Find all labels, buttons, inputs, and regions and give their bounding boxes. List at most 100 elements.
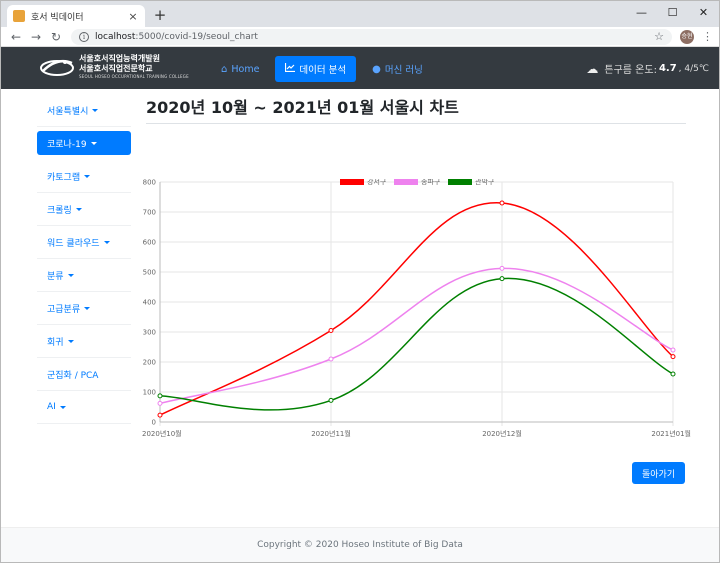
x-tick-label: 2020년12월	[482, 429, 522, 438]
reload-icon[interactable]: ↻	[47, 30, 65, 44]
nav-data-analysis[interactable]: 데이터 분석	[275, 56, 357, 82]
cloud-icon: ☁	[586, 61, 599, 76]
sidebar-item-advanced-classification[interactable]: 고급분류	[37, 292, 131, 325]
browser-tab[interactable]: 호서 빅데이터 ×	[7, 5, 145, 27]
sidebar-item-label: 카토그램	[47, 172, 81, 183]
url-path: :5000/covid-19/seoul_chart	[135, 31, 258, 42]
site-navbar: 서울호서직업능력개발원 서울호서직업전문학교 SEOUL HOSEO OCCUP…	[1, 47, 719, 89]
nav-home-label: Home	[231, 63, 260, 75]
profile-avatar[interactable]: 승현	[680, 29, 694, 44]
sidebar-item-seoul[interactable]: 서울특별시	[37, 94, 131, 127]
chart-svg: 0 100 200 300 400 500 600 700 800 2020년10월 2020년11…	[142, 177, 691, 438]
sidebar-item-ai[interactable]: AI	[37, 391, 131, 424]
y-tick-label: 300	[143, 329, 156, 337]
y-tick-label: 700	[143, 209, 156, 217]
nav-machine-learning[interactable]: ● 머신 러닝	[362, 56, 433, 82]
weather-range: , 4/5℃	[678, 63, 709, 74]
site-logo[interactable]: 서울호서직업능력개발원 서울호서직업전문학교 SEOUL HOSEO OCCUP…	[39, 53, 189, 81]
bookmark-star-icon[interactable]: ☆	[654, 30, 664, 43]
sidebar-item-label: 분류	[47, 271, 64, 282]
tab-close-icon[interactable]: ×	[127, 10, 139, 23]
sidebar-item-label: 회귀	[47, 337, 64, 348]
browser-toolbar: ← → ↻ i localhost:5000/covid-19/seoul_ch…	[1, 27, 719, 47]
data-point	[328, 397, 334, 403]
x-tick-label: 2020년11월	[311, 429, 351, 438]
y-tick-label: 100	[143, 389, 156, 397]
weather-widget: ☁ 튼구름 온도: 4.7 , 4/5℃	[586, 61, 709, 77]
caret-down-icon	[103, 240, 110, 244]
weather-label: 튼구름 온도:	[604, 65, 657, 76]
minimize-icon[interactable]: —	[626, 3, 657, 21]
data-point	[670, 354, 676, 360]
sidebar-item-covid[interactable]: 코로나-19	[37, 131, 131, 155]
data-point	[328, 356, 334, 362]
window-controls: — ☐ ✕	[626, 3, 719, 21]
nav-home[interactable]: ⌂ Home	[211, 58, 269, 81]
series-line-0	[159, 202, 674, 416]
y-tick-label: 800	[143, 179, 156, 187]
logo-line2: 서울호서직업전문학교	[79, 64, 153, 73]
sidebar-item-label: 워드 클라우드	[47, 238, 100, 249]
caret-down-icon	[67, 339, 74, 343]
browser-window: 호서 빅데이터 × + — ☐ ✕ ← → ↻ i localhost:5000…	[0, 0, 720, 563]
nav-machine-learning-label: 머신 러닝	[384, 65, 423, 76]
y-tick-label: 200	[143, 359, 156, 367]
close-window-icon[interactable]: ✕	[688, 3, 719, 21]
y-tick-label: 500	[143, 269, 156, 277]
y-tick-label: 0	[152, 419, 156, 427]
sidebar-item-crawling[interactable]: 크롤링	[37, 193, 131, 226]
caret-down-icon	[67, 273, 74, 277]
data-point	[157, 393, 163, 399]
data-point	[670, 347, 676, 353]
sidebar-item-classification[interactable]: 분류	[37, 259, 131, 292]
series-line-2	[159, 277, 674, 411]
page-title: 2020년 10월 ~ 2021년 01월 서울시 차트	[146, 94, 686, 124]
maximize-icon[interactable]: ☐	[657, 3, 688, 21]
address-bar[interactable]: i localhost:5000/covid-19/seoul_chart ☆	[71, 28, 672, 45]
legend-swatch	[394, 178, 418, 185]
menu-kebab-icon[interactable]: ⋮	[702, 30, 713, 43]
url-text: localhost:5000/covid-19/seoul_chart	[95, 32, 654, 42]
brain-icon: ●	[372, 63, 381, 75]
caret-down-icon	[90, 141, 97, 145]
sidebar: 서울특별시 코로나-19 카토그램 크롤링 워드 클라우드 분류 고급분류 회귀…	[37, 94, 131, 424]
footer: Copyright © 2020 Hoseo Institute of Big …	[1, 527, 719, 562]
caret-down-icon	[84, 174, 91, 178]
data-point	[670, 371, 676, 377]
logo-line1: 서울호서직업능력개발원	[79, 54, 160, 63]
data-point	[157, 412, 163, 418]
logo-swoosh-icon	[39, 53, 75, 81]
weather-temp: 4.7	[658, 63, 677, 74]
caret-down-icon	[59, 405, 66, 409]
sidebar-item-wordcloud[interactable]: 워드 클라우드	[37, 226, 131, 259]
forward-arrow-icon[interactable]: →	[27, 30, 45, 44]
x-tick-label: 2020년10월	[142, 429, 182, 438]
new-tab-icon[interactable]: +	[152, 6, 168, 24]
home-icon: ⌂	[221, 63, 228, 75]
legend-swatch	[448, 178, 472, 185]
back-button[interactable]: 돌아가기	[632, 462, 685, 484]
sidebar-item-regression[interactable]: 회귀	[37, 325, 131, 358]
caret-down-icon	[92, 108, 99, 112]
tab-title: 호서 빅데이터	[31, 12, 84, 23]
data-point	[499, 200, 505, 206]
info-icon[interactable]: i	[79, 31, 89, 42]
caret-down-icon	[84, 306, 91, 310]
caret-down-icon	[75, 207, 82, 211]
tab-strip: 호서 빅데이터 × + — ☐ ✕	[1, 1, 719, 27]
sidebar-item-label: 크롤링	[47, 205, 72, 216]
main-content: 2020년 10월 ~ 2021년 01월 서울시 차트	[146, 94, 686, 124]
sidebar-item-cartogram[interactable]: 카토그램	[37, 160, 131, 193]
data-point	[499, 265, 505, 271]
legend-label: 강서구	[367, 179, 387, 186]
sidebar-item-label: 코로나-19	[47, 139, 87, 150]
x-tick-label: 2021년01월	[651, 429, 691, 438]
sidebar-item-label: 서울특별시	[47, 106, 89, 117]
data-point	[328, 328, 334, 333]
legend-label: 송파구	[421, 179, 441, 186]
sidebar-item-clustering[interactable]: 군집화 / PCA	[37, 358, 131, 391]
url-host: localhost	[95, 31, 136, 42]
back-arrow-icon[interactable]: ←	[7, 30, 25, 44]
logo-line3: SEOUL HOSEO OCCUPATIONAL TRAINING COLLEG…	[79, 74, 189, 79]
data-point	[157, 400, 163, 406]
